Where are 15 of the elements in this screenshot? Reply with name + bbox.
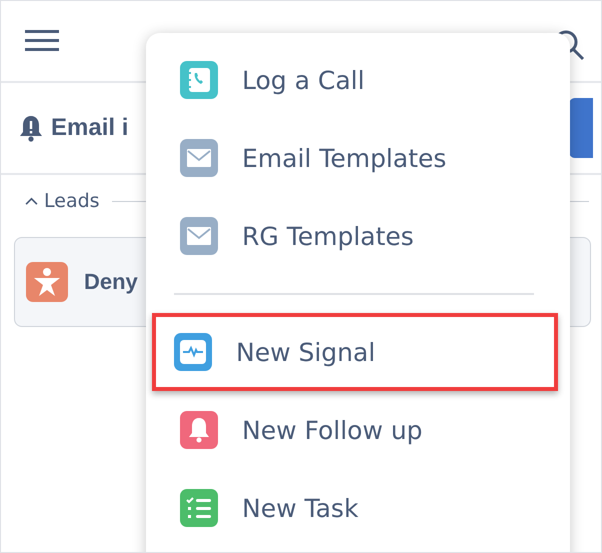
- menu-item-label: Log a Call: [242, 66, 365, 94]
- menu-item[interactable]: RG Templates: [152, 197, 558, 275]
- alert-title: Email i: [51, 114, 128, 142]
- section-label: Leads: [44, 190, 100, 212]
- menu-item[interactable]: Email Templates: [152, 119, 558, 197]
- menu-item[interactable]: New Signal: [152, 313, 558, 391]
- menu-item[interactable]: Log a Call: [152, 41, 558, 119]
- menu-item[interactable]: New Task: [152, 469, 558, 547]
- menu-item[interactable]: New Follow up: [152, 391, 558, 469]
- lead-name: Deny: [84, 269, 138, 295]
- menu-item-label: New Signal: [236, 338, 376, 366]
- menu-item-label: New Task: [242, 494, 358, 522]
- menu-item-label: Email Templates: [242, 144, 446, 172]
- menu-item-label: RG Templates: [242, 222, 414, 250]
- menu-item-label: New Follow up: [242, 416, 423, 444]
